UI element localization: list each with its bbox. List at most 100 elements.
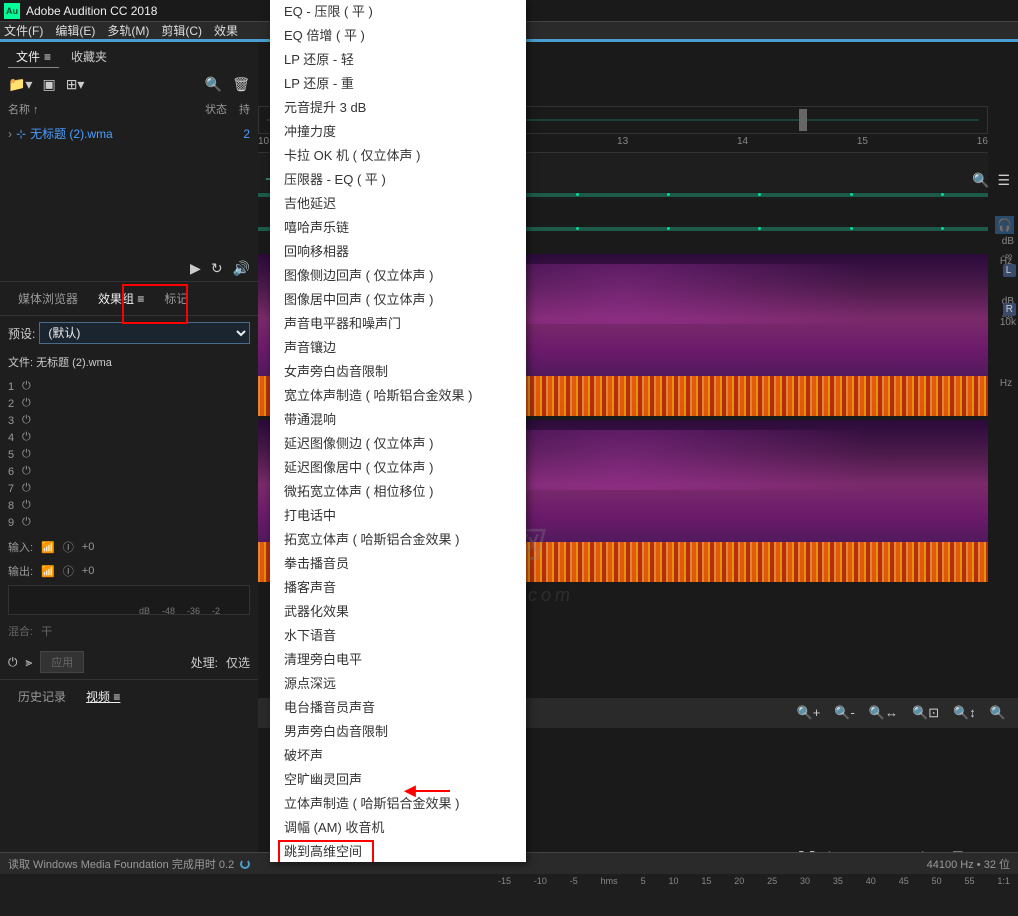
apply-button[interactable]: 应用 (40, 651, 84, 673)
search-icon[interactable]: 🔍 (205, 76, 222, 93)
multitrack-icon[interactable]: ⊞▾ (66, 76, 85, 93)
power-icon[interactable]: ⏻ (22, 448, 31, 461)
preset-item[interactable]: 水下语音 (270, 624, 526, 648)
fx-slot[interactable]: 2⏻ (8, 395, 250, 412)
preset-item[interactable]: 冲撞力度 (270, 120, 526, 144)
preset-item[interactable]: 拳击播音员 (270, 552, 526, 576)
menu-file[interactable]: 文件(F) (4, 22, 43, 39)
tab-markers[interactable]: 标记 (154, 286, 198, 311)
fx-slot[interactable]: 5⏻ (8, 446, 250, 463)
preset-item[interactable]: 吉他延迟 (270, 192, 526, 216)
input-gain[interactable]: +0 (82, 541, 95, 553)
tab-files[interactable]: 文件≡ (8, 46, 59, 68)
preset-item[interactable]: 延迟图像侧边 ( 仅立体声 ) (270, 432, 526, 456)
power-icon[interactable]: ⏻ (22, 414, 31, 427)
fx-slot[interactable]: 4⏻ (8, 429, 250, 446)
preset-item[interactable]: 打电话中 (270, 504, 526, 528)
power-all-icon[interactable]: ⏻ (8, 655, 18, 670)
preset-item[interactable]: 带通混响 (270, 408, 526, 432)
preset-item[interactable]: 空旷幽灵回声 (270, 768, 526, 792)
preset-item[interactable]: 微拓宽立体声 ( 相位移位 ) (270, 480, 526, 504)
preset-select[interactable]: (默认) (39, 322, 250, 344)
level-meter: dB-48-36-2 (8, 585, 250, 615)
preset-item[interactable]: 跳到高维空间 (270, 840, 526, 862)
preset-item[interactable]: 立体声制造 ( 哈斯铝合金效果 ) (270, 792, 526, 816)
power-icon[interactable]: ⏻ (22, 397, 31, 410)
preset-item[interactable]: LP 还原 - 轻 (270, 48, 526, 72)
preset-item[interactable]: 延迟图像居中 ( 仅立体声 ) (270, 456, 526, 480)
preset-item[interactable]: 拓宽立体声 ( 哈斯铝合金效果 ) (270, 528, 526, 552)
preset-item[interactable]: LP 还原 - 重 (270, 72, 526, 96)
preset-item[interactable]: EQ - 压限 ( 平 ) (270, 0, 526, 24)
preset-item[interactable]: 调幅 (AM) 收音机 (270, 816, 526, 840)
preset-item[interactable]: 清理旁白电平 (270, 648, 526, 672)
preset-item[interactable]: 宽立体声制造 ( 哈斯铝合金效果 ) (270, 384, 526, 408)
preset-item[interactable]: 图像居中回声 ( 仅立体声 ) (270, 288, 526, 312)
headphone-icon[interactable]: 🎧 (995, 216, 1014, 234)
tab-media-browser[interactable]: 媒体浏览器 (8, 286, 88, 311)
zoom-sel-icon[interactable]: 🔍⊡ (910, 703, 941, 723)
zoom-out-icon[interactable]: 🔍- (832, 703, 857, 723)
power-icon[interactable]: ⏻ (22, 380, 31, 393)
meter-scale: -15-10-5hms5101520253035404550551:1 (498, 876, 1010, 894)
zoom-in-icon[interactable]: 🔍+ (795, 703, 823, 723)
fx-slot[interactable]: 3⏻ (8, 412, 250, 429)
navigator-handle[interactable] (799, 109, 807, 131)
fx-slot[interactable]: 9⏻ (8, 514, 250, 531)
preset-item[interactable]: 卡拉 OK 机 ( 仅立体声 ) (270, 144, 526, 168)
zoom-spectrum-icon[interactable]: 🔍 (972, 172, 989, 189)
list-icon[interactable]: ☰ (997, 172, 1010, 189)
menu-effects[interactable]: 效果 (214, 22, 238, 39)
col-status[interactable]: 状态 (205, 101, 227, 117)
expand-icon[interactable]: › (8, 127, 12, 141)
menu-clip[interactable]: 剪辑(C) (161, 22, 202, 39)
freq-scale: Hz10kHz (1000, 256, 1016, 389)
zoom-out-v-icon[interactable]: 🔍 (988, 703, 1008, 723)
power-icon[interactable]: ⏻ (22, 516, 31, 529)
tab-video[interactable]: 视频 ≡ (76, 684, 130, 709)
fx-slot[interactable]: 1⏻ (8, 378, 250, 395)
col-name[interactable]: 名称 ↑ (8, 101, 205, 117)
tab-history[interactable]: 历史记录 (8, 684, 76, 709)
power-icon[interactable]: ⏻ (22, 431, 31, 444)
record-icon[interactable]: ▣ (42, 76, 55, 93)
autoplay-icon[interactable]: 🔊 (233, 260, 250, 277)
preset-item[interactable]: 图像侧边回声 ( 仅立体声 ) (270, 264, 526, 288)
effects-panel: 媒体浏览器 效果组 ≡ 标记 预设: (默认) 文件: 无标题 (2).wma … (0, 282, 258, 679)
preset-item[interactable]: 破坏声 (270, 744, 526, 768)
file-label: 文件: 无标题 (2).wma (0, 350, 258, 374)
preset-item[interactable]: 女声旁白齿音限制 (270, 360, 526, 384)
preset-item[interactable]: 声音电平器和噪声门 (270, 312, 526, 336)
preset-item[interactable]: 武器化效果 (270, 600, 526, 624)
preset-item[interactable]: 源点深远 (270, 672, 526, 696)
power-icon[interactable]: ⏻ (22, 499, 31, 512)
menu-multitrack[interactable]: 多轨(M) (107, 22, 149, 39)
open-folder-icon[interactable]: 📁▾ (8, 76, 32, 93)
fx-slot[interactable]: 6⏻ (8, 463, 250, 480)
preset-item[interactable]: 播客声音 (270, 576, 526, 600)
fx-slot[interactable]: 7⏻ (8, 480, 250, 497)
play-icon[interactable]: ▶ (190, 260, 201, 277)
preset-item[interactable]: 压限器 - EQ ( 平 ) (270, 168, 526, 192)
col-len[interactable]: 持 (239, 101, 250, 117)
output-gain[interactable]: +0 (82, 565, 95, 577)
tab-favorites[interactable]: 收藏夹 (63, 46, 115, 68)
zoom-full-icon[interactable]: 🔍↔ (867, 703, 900, 723)
trash-icon[interactable]: 🗑 (232, 76, 250, 93)
preset-item[interactable]: 回响移相器 (270, 240, 526, 264)
tab-effects-rack[interactable]: 效果组 ≡ (88, 286, 154, 311)
loop-icon[interactable]: ↻ (211, 260, 223, 277)
preset-item[interactable]: 元音提升 3 dB (270, 96, 526, 120)
annotation-arrow-line (410, 790, 450, 792)
preset-item[interactable]: EQ 倍增 ( 平 ) (270, 24, 526, 48)
preset-item[interactable]: 声音镶边 (270, 336, 526, 360)
power-icon[interactable]: ⏻ (22, 465, 31, 478)
preset-item[interactable]: 嘻哈声乐链 (270, 216, 526, 240)
preset-item[interactable]: 男声旁白齿音限制 (270, 720, 526, 744)
menu-edit[interactable]: 编辑(E) (55, 22, 95, 39)
file-row[interactable]: › ⊹ 无标题 (2).wma 2 (0, 121, 258, 146)
zoom-in-v-icon[interactable]: 🔍↕ (951, 703, 978, 723)
power-icon[interactable]: ⏻ (22, 482, 31, 495)
fx-slot[interactable]: 8⏻ (8, 497, 250, 514)
preset-item[interactable]: 电台播音员声音 (270, 696, 526, 720)
